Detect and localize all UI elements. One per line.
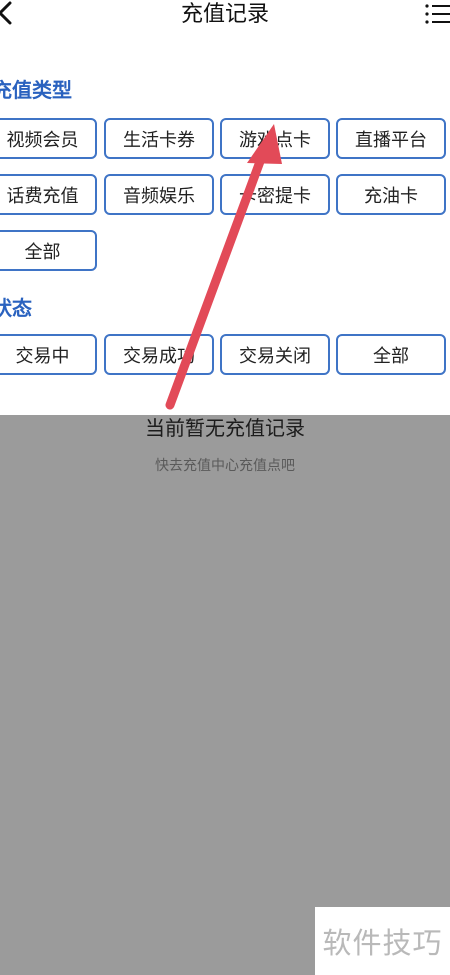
chip-type-all[interactable]: 全部	[0, 230, 97, 271]
chip-life-coupon[interactable]: 生活卡券	[104, 118, 214, 159]
recharge-type-heading: 充值类型	[0, 78, 72, 102]
chip-card-code[interactable]: 卡密提卡	[220, 174, 330, 215]
watermark: 软件技巧	[315, 907, 450, 975]
chip-success[interactable]: 交易成功	[104, 334, 214, 375]
empty-state-title: 当前暂无充值记录	[145, 416, 305, 440]
app-header: 充值记录	[0, 0, 450, 34]
chip-in-progress[interactable]: 交易中	[0, 334, 97, 375]
chip-audio-entertainment[interactable]: 音频娱乐	[104, 174, 214, 215]
chip-phone-recharge[interactable]: 话费充值	[0, 174, 97, 215]
filter-panel: 充值记录 充值类型 视频会员 生活卡券 游戏点卡 直播平台 话费充值 音频娱乐 …	[0, 0, 450, 415]
chip-game-card[interactable]: 游戏点卡	[220, 118, 330, 159]
page-title: 充值记录	[180, 2, 269, 27]
chip-status-all[interactable]: 全部	[336, 334, 446, 375]
chip-closed[interactable]: 交易关闭	[220, 334, 330, 375]
chip-video-member[interactable]: 视频会员	[0, 118, 97, 159]
chip-fuel-card[interactable]: 充油卡	[336, 174, 446, 215]
status-heading: 状态	[0, 296, 32, 320]
chip-live-platform[interactable]: 直播平台	[336, 118, 446, 159]
empty-state-subtitle: 快去充值中心充值点吧	[155, 458, 295, 474]
menu-list-icon[interactable]	[424, 2, 450, 26]
